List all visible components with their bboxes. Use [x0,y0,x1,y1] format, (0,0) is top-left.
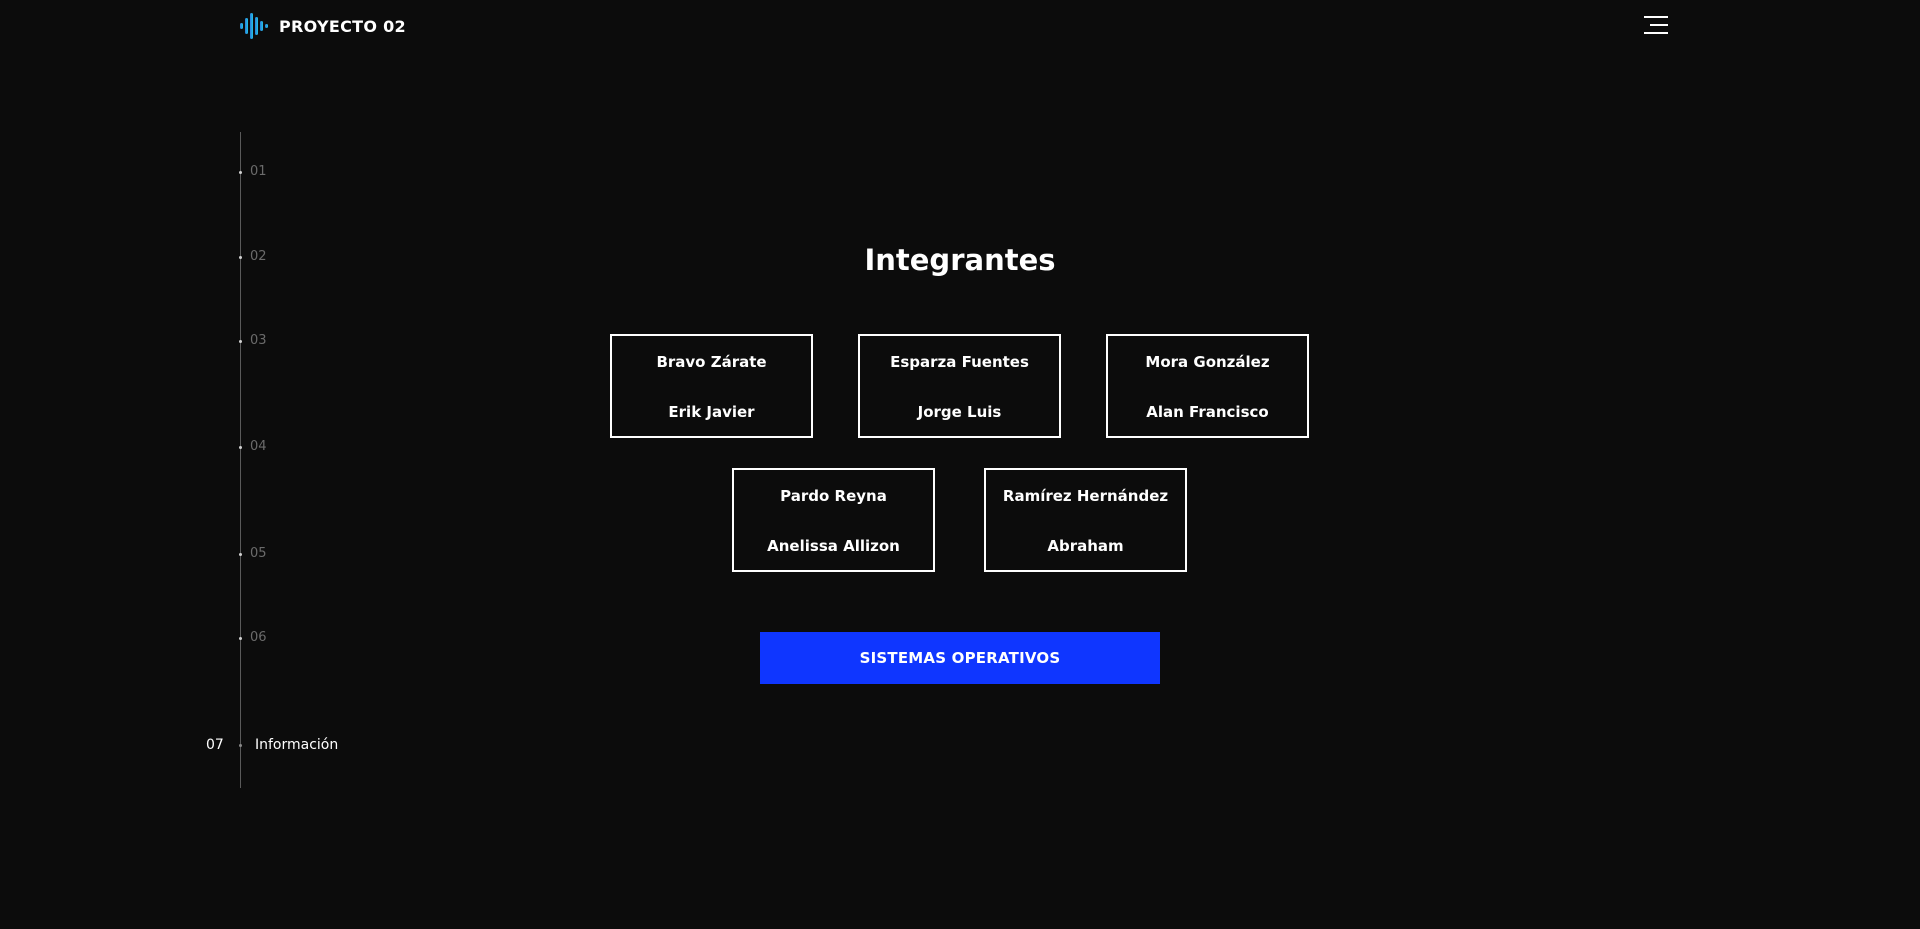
member-name: Alan Francisco [1146,403,1269,421]
nav-dot [239,553,242,556]
member-card: Pardo Reyna Anelissa Allizon [732,468,935,572]
nav-item-01[interactable]: 01 [0,162,380,182]
member-card: Esparza Fuentes Jorge Luis [858,334,1061,438]
nav-item-05[interactable]: 05 [0,544,380,564]
member-surname: Bravo Zárate [656,353,767,371]
member-card: Ramírez Hernández Abraham [984,468,1187,572]
nav-item-03[interactable]: 03 [0,331,380,351]
menu-line [1644,32,1668,34]
nav-dot [239,744,242,747]
member-surname: Pardo Reyna [780,487,887,505]
nav-dot [239,171,242,174]
hamburger-menu-icon[interactable] [1642,15,1668,35]
member-name: Abraham [1047,537,1124,555]
member-name: Erik Javier [668,403,755,421]
nav-dot [239,446,242,449]
member-surname: Esparza Fuentes [890,353,1029,371]
member-card: Bravo Zárate Erik Javier [610,334,813,438]
menu-line [1650,24,1668,26]
nav-item-number: 01 [250,164,267,179]
nav-item-number: 05 [250,546,267,561]
nav-item-07[interactable]: 07 Información [0,735,380,755]
nav-item-06[interactable]: 06 [0,628,380,648]
member-card: Mora González Alan Francisco [1106,334,1309,438]
nav-dot [239,340,242,343]
nav-item-number: 06 [250,630,267,645]
member-name: Anelissa Allizon [767,537,900,555]
nav-item-number: 07 [206,737,224,753]
section-nav: 01 02 03 04 05 06 07 Información [0,0,400,929]
nav-item-number: 02 [250,249,267,264]
menu-line [1644,16,1668,18]
nav-item-number: 04 [250,439,267,454]
sistemas-operativos-button[interactable]: SISTEMAS OPERATIVOS [760,632,1160,684]
nav-dot [239,637,242,640]
page: PROYECTO 02 01 02 03 04 05 06 07 Informa… [0,0,1920,929]
nav-item-number: 03 [250,333,267,348]
member-surname: Mora González [1145,353,1270,371]
nav-item-04[interactable]: 04 [0,437,380,457]
section-title: Integrantes [864,243,1056,277]
member-name: Jorge Luis [917,403,1002,421]
nav-dot [239,256,242,259]
member-surname: Ramírez Hernández [1002,487,1169,505]
nav-item-label: Información [255,737,339,753]
nav-item-02[interactable]: 02 [0,247,380,267]
nav-track [240,132,241,788]
